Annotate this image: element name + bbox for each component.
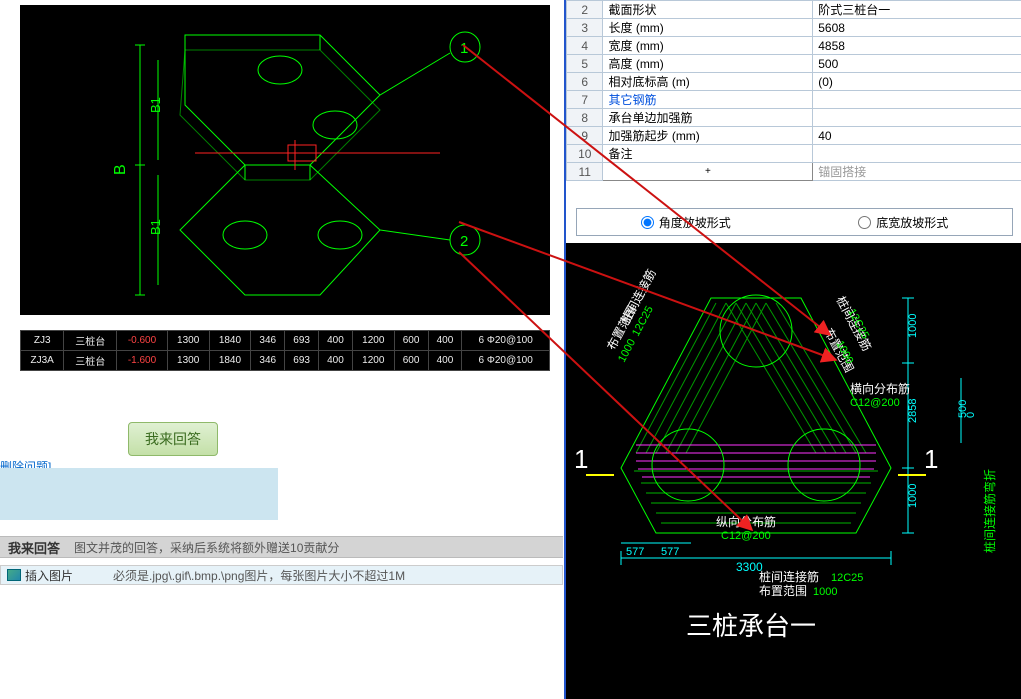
svg-text:1000: 1000: [907, 484, 919, 508]
conn-label-1: 桩间连接筋: [617, 266, 658, 326]
data-table: ZJ3 三桩台 -0.600 1300 1840 346 693 400 120…: [20, 330, 550, 371]
svg-text:500: 500: [957, 400, 969, 418]
cad-drawing-bottom: 3300 577 577 1000 2858 1000 500 0 1 1: [566, 243, 1021, 699]
range-label-3: 布置范围: [759, 584, 807, 598]
insert-image-label: 插入图片: [25, 567, 73, 584]
slope-mode-radio: 角度放坡形式 底宽放坡形式: [576, 208, 1013, 236]
svg-text:12C25: 12C25: [845, 307, 871, 341]
drawing-title: 三桩承台一: [686, 611, 816, 641]
insert-image-desc: 必须是.jpg\.gif\.bmp.\png图片，每张图片大小不超过1M: [113, 567, 405, 584]
insert-image-row[interactable]: 插入图片 必须是.jpg\.gif\.bmp.\png图片，每张图片大小不超过1…: [0, 565, 563, 585]
answer-button[interactable]: 我来回答: [128, 422, 218, 456]
image-icon: [7, 569, 21, 581]
dim-3300: 3300: [736, 560, 763, 574]
dim-577a: 577: [626, 546, 644, 558]
radio-width-slope[interactable]: 底宽放坡形式: [858, 214, 948, 231]
radio-angle-slope[interactable]: 角度放坡形式: [641, 214, 731, 231]
svg-text:C12@200: C12@200: [850, 397, 900, 409]
svg-text:1000: 1000: [813, 586, 837, 598]
svg-text:C12@200: C12@200: [721, 530, 771, 542]
svg-text:1000: 1000: [833, 339, 855, 366]
table-row: ZJ3 三桩台 -0.600 1300 1840 346 693 400 120…: [21, 331, 550, 351]
svg-text:1000: 1000: [907, 314, 919, 338]
answer-header-title: 我来回答: [8, 538, 60, 557]
dim-B: B: [112, 164, 129, 175]
vert-dist-label: 纵向分布筋: [716, 514, 776, 529]
callout-2: 2: [460, 233, 468, 250]
svg-text:12C25: 12C25: [831, 572, 863, 584]
horiz-dist-label: 横向分布筋: [850, 381, 910, 396]
svg-text:0: 0: [965, 412, 977, 418]
highlight-band: [0, 468, 278, 520]
dim-B1a: B1: [148, 97, 163, 113]
property-grid[interactable]: 2截面形状阶式三桩台一 3长度 (mm)5608 4宽度 (mm)4858 5高…: [566, 0, 1021, 181]
section-1-right: 1: [924, 444, 938, 474]
dim-B1b: B1: [148, 219, 163, 235]
range-label-2: 布置范围: [821, 326, 856, 375]
expand-icon[interactable]: +: [603, 163, 813, 181]
callout-1: 1: [460, 40, 468, 57]
section-1-left: 1: [574, 444, 588, 474]
conn-label-3: 桩间连接筋: [759, 569, 819, 584]
dim-577b: 577: [661, 546, 679, 558]
vertical-label: 桩间连接筋弯折: [982, 469, 997, 553]
svg-text:12C25: 12C25: [630, 304, 656, 338]
svg-text:1000: 1000: [616, 337, 638, 364]
range-label-1: 布置范围: [604, 303, 639, 352]
svg-text:2858: 2858: [907, 399, 919, 423]
cad-drawing-top: B B1 B1 1 2: [20, 5, 550, 315]
table-row: ZJ3A 三桩台 -1.600 1300 1840 346 693 400 12…: [21, 351, 550, 371]
conn-label-2: 桩间连接筋: [833, 293, 874, 353]
answer-header-desc: 图文并茂的回答，采纳后系统将额外赠送10贡献分: [74, 539, 339, 556]
answer-section-header: 我来回答 图文并茂的回答，采纳后系统将额外赠送10贡献分: [0, 536, 563, 558]
